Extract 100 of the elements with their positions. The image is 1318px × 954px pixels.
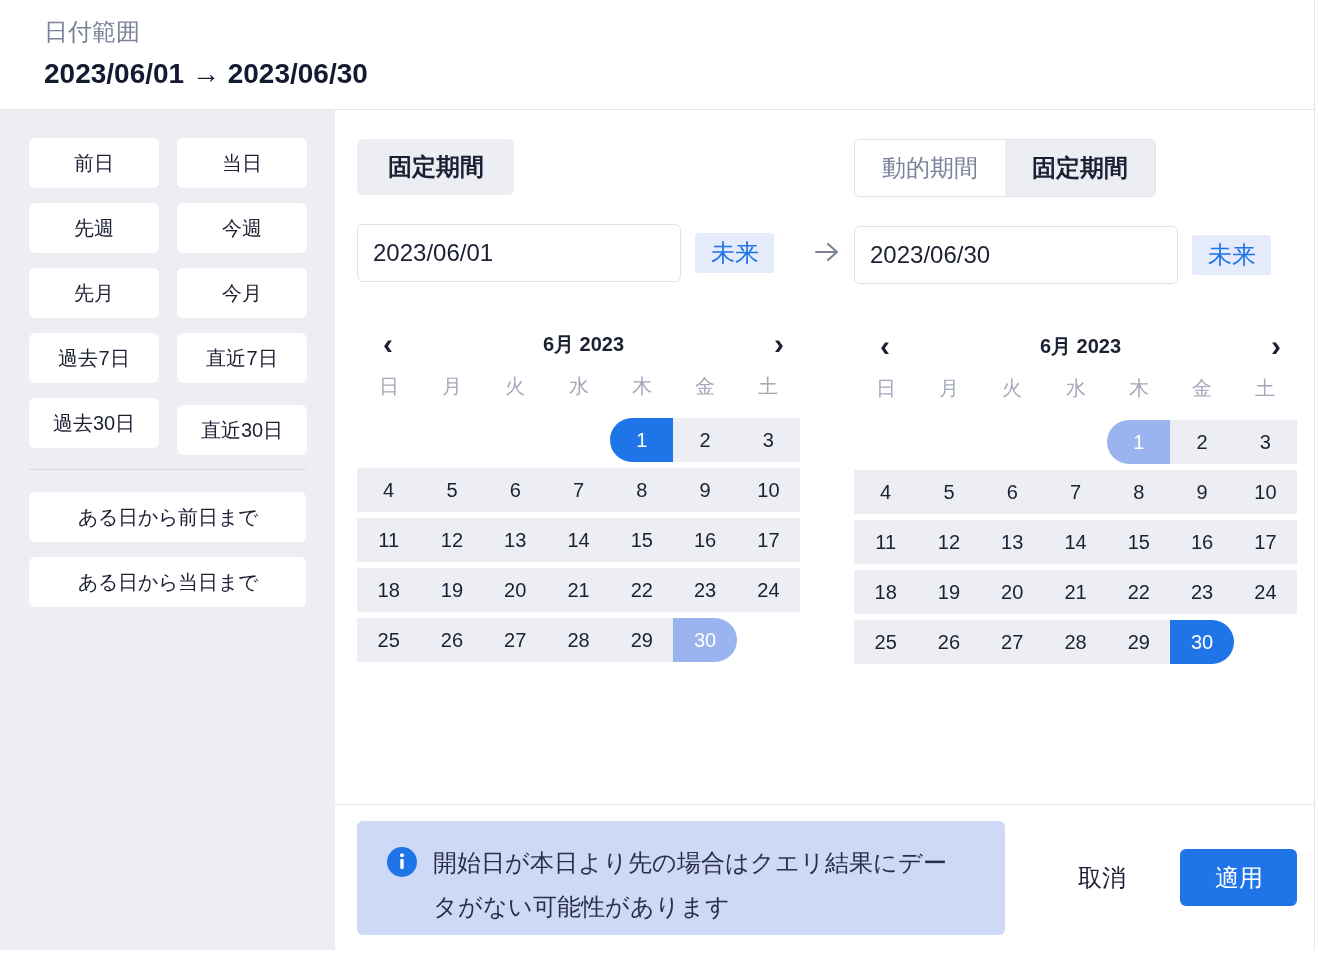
- day-cell[interactable]: 12: [420, 518, 484, 562]
- day-cell[interactable]: 20: [483, 568, 547, 612]
- day-cell[interactable]: 19: [917, 570, 981, 614]
- preset-button[interactable]: 直近30日: [177, 405, 307, 455]
- day-cell[interactable]: 23: [673, 568, 737, 612]
- day-cell[interactable]: 4: [357, 468, 421, 512]
- day-cell[interactable]: 22: [1107, 570, 1171, 614]
- next-month-button[interactable]: ›: [1267, 329, 1285, 363]
- future-button[interactable]: 未来: [695, 233, 774, 273]
- day-cell[interactable]: 23: [1170, 570, 1234, 614]
- day-cell[interactable]: 17: [1233, 520, 1298, 564]
- preset-button[interactable]: 今月: [177, 268, 307, 318]
- day-cell[interactable]: 1: [610, 418, 674, 462]
- cancel-button[interactable]: 取消: [1072, 860, 1132, 895]
- next-month-button[interactable]: ›: [770, 327, 788, 361]
- date-range-title: 2023/06/01 → 2023/06/30: [44, 58, 368, 90]
- dialog-label: 日付範囲: [44, 17, 140, 47]
- day-cell[interactable]: 7: [546, 468, 611, 512]
- weekday-label: 水: [1064, 375, 1087, 401]
- preset-button[interactable]: 今週: [177, 203, 307, 253]
- weekday-label: 日: [874, 375, 897, 401]
- day-cell[interactable]: 8: [610, 468, 674, 512]
- day-cell[interactable]: 3: [1233, 420, 1298, 464]
- day-cell[interactable]: 18: [357, 568, 421, 612]
- weekday-label: 土: [1254, 375, 1277, 401]
- day-cell[interactable]: 21: [1043, 570, 1108, 614]
- day-cell[interactable]: 10: [736, 468, 801, 512]
- day-cell[interactable]: 20: [980, 570, 1044, 614]
- month-title: 6月 2023: [1039, 333, 1122, 359]
- day-cell[interactable]: 15: [1107, 520, 1171, 564]
- previous-month-button[interactable]: ‹: [379, 327, 397, 361]
- day-cell[interactable]: 19: [420, 568, 484, 612]
- day-cell[interactable]: 6: [980, 470, 1044, 514]
- date-input[interactable]: 2023/06/30: [854, 226, 1178, 284]
- day-cell[interactable]: 18: [854, 570, 918, 614]
- day-cell[interactable]: 10: [1233, 470, 1298, 514]
- apply-button[interactable]: 適用: [1180, 849, 1297, 906]
- day-cell[interactable]: 30: [1170, 620, 1234, 664]
- day-cell[interactable]: 25: [357, 618, 421, 662]
- preset-button[interactable]: 直近7日: [177, 333, 307, 383]
- day-cell[interactable]: 13: [980, 520, 1044, 564]
- day-cell[interactable]: 14: [1043, 520, 1108, 564]
- day-cell[interactable]: 7: [1043, 470, 1108, 514]
- day-cell[interactable]: 2: [1170, 420, 1234, 464]
- future-button[interactable]: 未来: [1192, 235, 1271, 275]
- mode-tab[interactable]: 固定期間: [1005, 140, 1155, 196]
- day-cell[interactable]: 29: [1107, 620, 1171, 664]
- day-cell[interactable]: 25: [854, 620, 918, 664]
- previous-month-button[interactable]: ‹: [876, 329, 894, 363]
- day-cell[interactable]: 26: [917, 620, 981, 664]
- mode-tab[interactable]: 固定期間: [357, 139, 514, 195]
- date-input[interactable]: 2023/06/01: [357, 224, 681, 282]
- day-cell[interactable]: 8: [1107, 470, 1171, 514]
- day-cell[interactable]: 28: [1043, 620, 1108, 664]
- day-cell[interactable]: 2: [673, 418, 737, 462]
- day-cell[interactable]: 26: [420, 618, 484, 662]
- day-cell[interactable]: 24: [736, 568, 801, 612]
- preset-button[interactable]: ある日から当日まで: [29, 557, 306, 607]
- day-cell[interactable]: 13: [483, 518, 547, 562]
- preset-button[interactable]: 過去30日: [29, 398, 159, 448]
- day-cell[interactable]: 28: [546, 618, 611, 662]
- day-cell[interactable]: 15: [610, 518, 674, 562]
- day-cell[interactable]: 11: [854, 520, 918, 564]
- day-cell[interactable]: 5: [420, 468, 484, 512]
- day-cell[interactable]: 24: [1233, 570, 1298, 614]
- day-cell[interactable]: 3: [736, 418, 801, 462]
- preset-button[interactable]: 過去7日: [29, 333, 159, 383]
- weekday-label: 水: [567, 373, 590, 399]
- day-cell[interactable]: 4: [854, 470, 918, 514]
- day-cell[interactable]: 14: [546, 518, 611, 562]
- day-cell[interactable]: 16: [673, 518, 737, 562]
- weekday-label: 日: [377, 373, 400, 399]
- day-cell[interactable]: 6: [483, 468, 547, 512]
- weekday-label: 土: [757, 373, 780, 399]
- day-cell[interactable]: 17: [736, 518, 801, 562]
- weekday-label: 月: [440, 373, 463, 399]
- month-title: 6月 2023: [542, 331, 625, 357]
- day-cell[interactable]: 9: [1170, 470, 1234, 514]
- day-cell[interactable]: 5: [917, 470, 981, 514]
- info-icon: [387, 846, 417, 877]
- day-cell[interactable]: 12: [917, 520, 981, 564]
- arrow-right-icon: [814, 241, 840, 263]
- preset-button[interactable]: ある日から前日まで: [29, 492, 306, 542]
- preset-button[interactable]: 当日: [177, 138, 307, 188]
- day-cell[interactable]: 16: [1170, 520, 1234, 564]
- weekday-label: 月: [937, 375, 960, 401]
- day-cell[interactable]: 27: [483, 618, 547, 662]
- day-cell[interactable]: 21: [546, 568, 611, 612]
- preset-button[interactable]: 前日: [29, 138, 159, 188]
- preset-button[interactable]: 先月: [29, 268, 159, 318]
- day-cell[interactable]: 27: [980, 620, 1044, 664]
- weekday-label: 木: [630, 373, 653, 399]
- weekday-label: 火: [1001, 375, 1024, 401]
- day-cell[interactable]: 22: [610, 568, 674, 612]
- day-cell[interactable]: 11: [357, 518, 421, 562]
- preset-button[interactable]: 先週: [29, 203, 159, 253]
- notice-text: 開始日が本日より先の場合はクエリ結果にデータがない可能性があります: [433, 847, 948, 922]
- day-cell[interactable]: 9: [673, 468, 737, 512]
- day-cell[interactable]: 29: [610, 618, 674, 662]
- weekday-label: 金: [1191, 375, 1214, 401]
